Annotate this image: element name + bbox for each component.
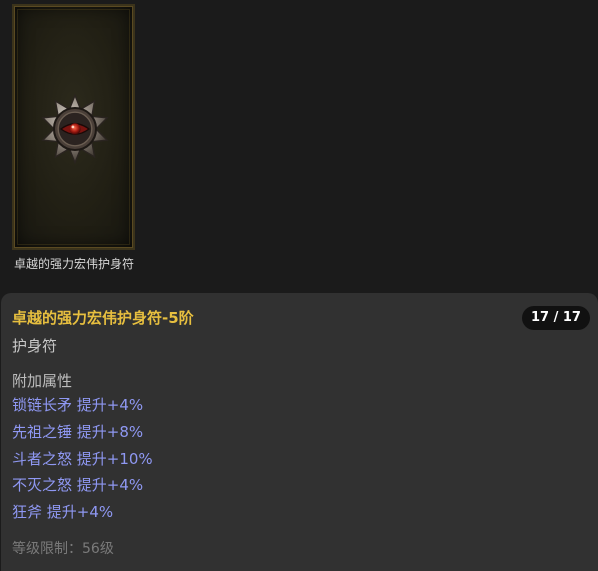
item-name: 卓越的强力宏伟护身符 xyxy=(13,257,134,271)
affix-line: 斗者之怒 提升+10% xyxy=(12,449,153,468)
affix-line: 不灭之怒 提升+4% xyxy=(12,476,144,495)
level-requirement: 等级限制：56级 xyxy=(12,541,114,557)
item-tooltip: 卓越的强力宏伟护身符-5阶 17 / 17 护身符 附加属性 锁链长矛 提升+4… xyxy=(1,293,598,571)
affix-list: 锁链长矛 提升+4% 先祖之锤 提升+8% 斗者之怒 提升+10% 不灭之怒 提… xyxy=(12,395,153,529)
item-title: 卓越的强力宏伟护身符-5阶 xyxy=(12,309,194,327)
item-count-badge: 17 / 17 xyxy=(522,306,590,330)
affix-line: 锁链长矛 提升+4% xyxy=(12,396,144,414)
affix-line: 先祖之锤 提升+8% xyxy=(12,422,144,441)
affix-line: 狂斧 提升+4% xyxy=(12,503,114,522)
item-slot[interactable] xyxy=(12,4,135,250)
item-type: 护身符 xyxy=(12,337,58,355)
affix-section-label: 附加属性 xyxy=(12,372,73,390)
amulet-icon xyxy=(41,94,109,164)
